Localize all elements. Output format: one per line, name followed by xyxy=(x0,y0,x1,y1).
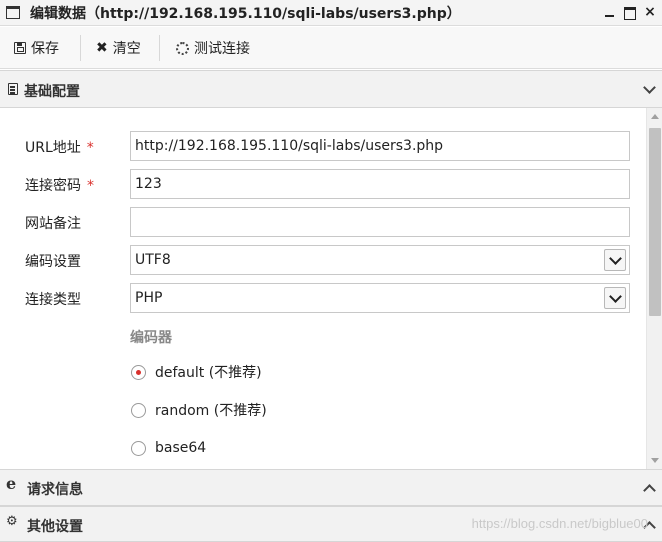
url-label: URL地址 * xyxy=(25,140,94,156)
scrollbar-thumb[interactable] xyxy=(649,128,661,316)
encoder-option-label: default (不推荐) xyxy=(155,365,262,381)
password-label: 连接密码 * xyxy=(25,178,94,194)
section-basic-config[interactable]: 基础配置 xyxy=(0,70,662,108)
note-row: 网站备注 xyxy=(0,207,646,237)
chevron-down-icon[interactable] xyxy=(604,249,626,271)
url-row: URL地址 * xyxy=(0,131,646,161)
title-bar: 编辑数据（http://192.168.195.110/sqli-labs/us… xyxy=(0,0,662,26)
basic-config-panel: URL地址* 连接密码* 网站备注 编码设置 UTF8 连接类型 PHP 编码器… xyxy=(0,108,646,469)
close-x-icon: ✖ xyxy=(96,40,108,56)
radio-button[interactable] xyxy=(131,402,146,418)
encoding-value: UTF8 xyxy=(135,252,171,268)
test-connection-label: 测试连接 xyxy=(194,41,250,57)
type-row: 连接类型 PHP xyxy=(0,283,646,313)
save-button[interactable]: 保存 xyxy=(14,37,59,59)
minimize-button[interactable] xyxy=(602,4,618,20)
edge-e-icon: e xyxy=(6,474,17,493)
window-icon xyxy=(6,6,20,19)
scroll-down-icon[interactable] xyxy=(651,458,659,463)
window-title: 编辑数据（http://192.168.195.110/sqli-labs/us… xyxy=(30,6,461,22)
encoding-select[interactable]: UTF8 xyxy=(130,245,630,275)
vertical-scrollbar[interactable] xyxy=(646,108,662,469)
note-label: 网站备注 xyxy=(25,216,81,232)
toolbar-divider xyxy=(159,35,160,61)
type-select[interactable]: PHP xyxy=(130,283,630,313)
password-row: 连接密码 * xyxy=(0,169,646,199)
toolbar-divider xyxy=(80,35,81,61)
encoding-label: 编码设置 xyxy=(25,254,81,270)
gears-icon: ⚙ xyxy=(6,514,18,529)
test-connection-button[interactable]: 测试连接 xyxy=(176,37,250,59)
clear-button-label: 清空 xyxy=(112,41,141,57)
clear-button[interactable]: ✖ 清空 xyxy=(96,37,141,59)
encoder-option-label: base64 xyxy=(155,440,207,456)
url-input[interactable] xyxy=(130,131,630,161)
document-icon xyxy=(8,83,18,95)
section-request-info[interactable]: e 请求信息 xyxy=(0,469,662,506)
password-input[interactable] xyxy=(130,169,630,199)
radio-button[interactable] xyxy=(131,364,146,380)
window-controls: × xyxy=(602,4,658,20)
encoding-row: 编码设置 UTF8 xyxy=(0,245,646,275)
section-basic-title: 基础配置 xyxy=(24,84,80,100)
encoder-option-label: random (不推荐) xyxy=(155,403,267,419)
chevron-up-icon xyxy=(643,484,656,497)
spinner-icon xyxy=(176,41,189,55)
save-button-label: 保存 xyxy=(31,41,59,57)
maximize-button[interactable] xyxy=(622,4,638,20)
encoder-option-default[interactable]: default (不推荐) xyxy=(131,361,262,383)
encoder-option-random[interactable]: random (不推荐) xyxy=(131,399,267,421)
type-value: PHP xyxy=(135,290,163,306)
toolbar: 保存 ✖ 清空 测试连接 xyxy=(0,27,662,69)
chevron-down-icon xyxy=(643,81,656,94)
scroll-up-icon[interactable] xyxy=(651,114,659,119)
note-input[interactable] xyxy=(130,207,630,237)
type-label: 连接类型 xyxy=(25,292,81,308)
required-mark: * xyxy=(86,140,94,156)
save-icon xyxy=(14,42,26,54)
section-request-title: 请求信息 xyxy=(27,482,83,498)
close-button[interactable]: × xyxy=(642,4,658,20)
chevron-down-icon[interactable] xyxy=(604,287,626,309)
section-other-title: 其他设置 xyxy=(27,519,83,535)
required-mark: * xyxy=(87,178,94,194)
encoder-option-base64[interactable]: base64 xyxy=(131,437,206,459)
watermark: https://blog.csdn.net/bigblue00 xyxy=(471,516,648,531)
radio-button[interactable] xyxy=(131,440,146,456)
encoder-label: 编码器 xyxy=(130,330,172,346)
